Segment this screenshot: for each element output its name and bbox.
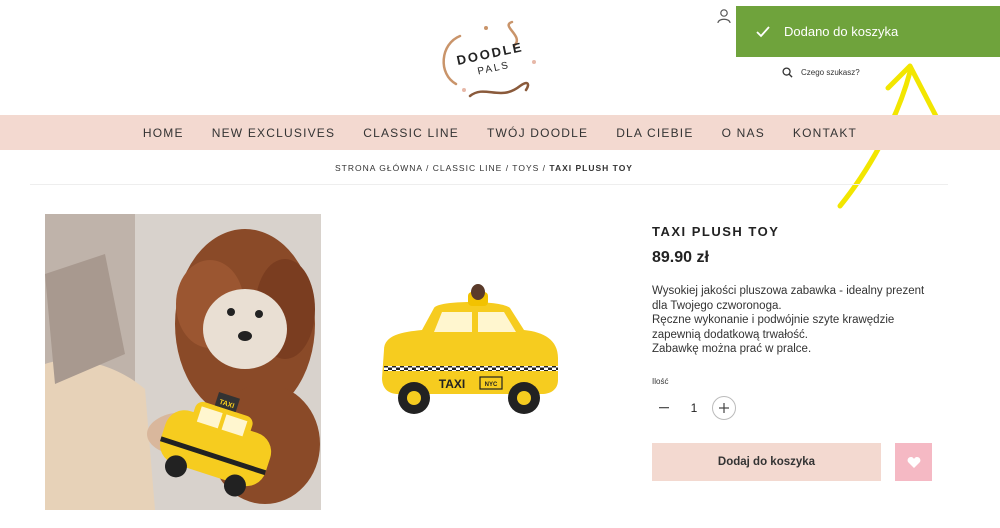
nav-item-classic-line[interactable]: CLASSIC LINE [349,126,473,140]
breadcrumb-link-home[interactable]: STRONA GŁÓWNA [335,163,423,173]
nav-item-home[interactable]: HOME [129,126,198,140]
product-description: Wysokiej jakości pluszowa zabawka - idea… [652,284,942,357]
description-line: Wysokiej jakości pluszowa zabawka - idea… [652,285,925,297]
user-account-icon[interactable] [716,8,732,24]
search-icon[interactable] [782,67,793,78]
breadcrumb-separator: / [539,163,550,173]
doodle-pals-logo[interactable]: DOODLE PALS [430,14,550,104]
description-line: zapewnią dodatkową trwałość. [652,328,808,341]
plus-icon[interactable] [712,396,736,420]
breadcrumb-separator: / [502,163,513,173]
description-line: Zabawkę można prać w pralce. [652,343,812,355]
minus-icon[interactable] [652,396,676,420]
search-input[interactable] [801,68,891,77]
nav-item-kontakt[interactable]: KONTAKT [779,126,871,140]
toast-message: Dodano do koszyka [784,24,899,39]
product-price: 89.90 zł [652,249,709,266]
added-to-cart-toast: Dodano do koszyka [736,6,1000,57]
product-image-taxi[interactable]: TAXI NYC [372,280,568,430]
breadcrumb-current: TAXI PLUSH TOY [549,163,633,173]
breadcrumb-link-classic-line[interactable]: CLASSIC LINE [433,163,503,173]
quantity-label: Ilość [652,377,669,386]
add-to-cart-button[interactable]: Dodaj do koszyka [652,443,881,481]
divider [30,184,948,185]
search-bar[interactable] [782,67,891,78]
checkmark-icon [756,25,770,38]
main-navigation: HOME NEW EXCLUSIVES CLASSIC LINE TWÓJ DO… [0,115,1000,150]
nav-item-o-nas[interactable]: O NAS [708,126,779,140]
breadcrumb-separator: / [422,163,433,173]
quantity-value[interactable]: 1 [676,401,712,415]
breadcrumb-link-toys[interactable]: TOYS [512,163,539,173]
nav-item-new-exclusives[interactable]: NEW EXCLUSIVES [198,126,350,140]
heart-icon [907,456,920,468]
product-lifestyle-photo[interactable]: TAXI [45,214,321,510]
nav-item-dla-ciebie[interactable]: DLA CIEBIE [602,126,707,140]
quantity-stepper: 1 [652,396,736,420]
description-line: Ręczne wykonanie i podwójnie szyte krawę… [652,314,895,326]
svg-text:NYC: NYC [485,382,498,388]
nav-item-twoj-doodle[interactable]: TWÓJ DOODLE [473,126,602,140]
svg-text:TAXI: TAXI [439,377,465,391]
description-line: dla Twojego czworonoga. [652,299,782,312]
product-page: DOODLE PALS Dodano do koszyka HOME NEW E… [0,0,1000,528]
breadcrumb: STRONA GŁÓWNA / CLASSIC LINE / TOYS / TA… [0,163,968,173]
product-title: TAXI PLUSH TOY [652,224,780,239]
wishlist-button[interactable] [895,443,932,481]
